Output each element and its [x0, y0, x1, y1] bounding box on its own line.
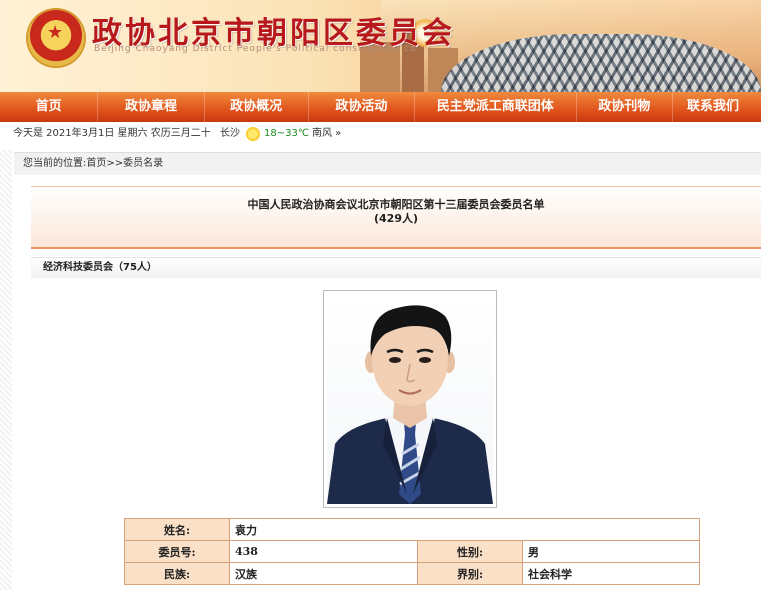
member-photo-frame — [323, 290, 497, 508]
gender-label: 性别: — [417, 540, 523, 563]
gender-value: 男 — [522, 540, 700, 563]
nav-item-overview[interactable]: 政协概况 — [205, 92, 309, 122]
site-banner: ★ 政协北京市朝阳区委员会 Beijing Chaoyang District … — [0, 0, 761, 92]
member-list-title-box: 中国人民政治协商会议北京市朝阳区第十三届委员会委员名单 (429人) — [31, 186, 761, 249]
member-info-table: 姓名: 袁力 委员号: 438 性别: 男 民族: 汉族 界别: 社会科学 — [124, 518, 700, 585]
main-nav: 首页 政协章程 政协概况 政协活动 民主党派工商联团体 政协刊物 联系我们 — [0, 92, 761, 122]
weather-temperature: 18~33℃ — [264, 128, 310, 139]
info-bar: 今天是 2021年3月1日 星期六 农历三月二十 长沙 18~33℃ 南风 » — [0, 122, 761, 146]
ethnicity-label: 民族: — [124, 562, 230, 585]
portrait-illustration — [327, 305, 493, 504]
table-row: 委员号: 438 性别: 男 — [124, 540, 700, 563]
ethnicity-value: 汉族 — [229, 562, 418, 585]
page-background-stripe — [0, 150, 12, 590]
nav-item-home[interactable]: 首页 — [0, 92, 99, 122]
breadcrumb-text[interactable]: 您当前的位置:首页>>委员名录 — [23, 158, 163, 169]
nav-item-contact[interactable]: 联系我们 — [673, 92, 761, 122]
table-row: 民族: 汉族 界别: 社会科学 — [124, 562, 700, 585]
nav-item-parties[interactable]: 民主党派工商联团体 — [415, 92, 577, 122]
member-portrait-image — [327, 294, 493, 504]
weather-wind-link[interactable]: 南风 » — [312, 122, 341, 146]
name-label: 姓名: — [124, 518, 230, 541]
name-value: 袁力 — [229, 518, 700, 541]
table-row: 姓名: 袁力 — [124, 518, 700, 541]
cppcc-emblem-icon: ★ — [28, 10, 84, 66]
member-count: (429人) — [373, 212, 419, 225]
nav-item-charter[interactable]: 政协章程 — [98, 92, 205, 122]
date-text: 今天是 2021年3月1日 星期六 农历三月二十 — [13, 128, 211, 139]
weather-city: 长沙 — [220, 128, 240, 139]
sector-value: 社会科学 — [522, 562, 700, 585]
committee-name: 经济科技委员会（75人） — [43, 262, 157, 273]
committee-heading: 经济科技委员会（75人） — [31, 257, 761, 278]
site-subtitle: Beijing Chaoyang District People's Polit… — [94, 44, 417, 54]
member-id-label: 委员号: — [124, 540, 230, 563]
nav-item-publications[interactable]: 政协刊物 — [577, 92, 673, 122]
breadcrumb: 您当前的位置:首页>>委员名录 — [14, 152, 761, 175]
member-id-value: 438 — [229, 540, 418, 563]
nav-item-activities[interactable]: 政协活动 — [309, 92, 415, 122]
sector-label: 界别: — [417, 562, 523, 585]
sunny-icon — [246, 127, 260, 141]
